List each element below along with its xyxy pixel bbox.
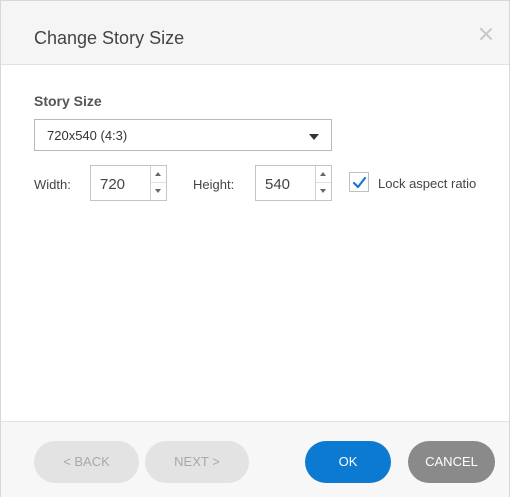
width-stepper-buttons xyxy=(150,166,166,200)
width-label: Width: xyxy=(34,177,71,192)
dialog-title: Change Story Size xyxy=(34,28,185,48)
height-label: Height: xyxy=(193,177,235,192)
width-value[interactable]: 720 xyxy=(100,176,125,193)
change-story-size-dialog: Change Story Size Story Size 720x540 (4:… xyxy=(0,0,510,497)
width-stepper[interactable]: 720 xyxy=(90,165,167,201)
width-decrement-icon[interactable] xyxy=(151,183,166,200)
lock-aspect-ratio-checkbox[interactable] xyxy=(349,172,369,192)
chevron-down-icon xyxy=(309,134,319,140)
story-size-dropdown[interactable]: 720x540 (4:3) xyxy=(34,119,332,151)
close-icon[interactable] xyxy=(479,27,493,41)
story-size-label: Story Size xyxy=(34,93,102,109)
story-size-selected-value: 720x540 (4:3) xyxy=(47,128,128,143)
height-stepper[interactable]: 540 xyxy=(255,165,332,201)
lock-aspect-ratio-label[interactable]: Lock aspect ratio xyxy=(378,176,476,191)
checkmark-icon xyxy=(352,176,367,189)
next-button[interactable]: NEXT > xyxy=(145,441,249,483)
height-value[interactable]: 540 xyxy=(265,176,290,193)
width-increment-icon[interactable] xyxy=(151,166,166,183)
height-increment-icon[interactable] xyxy=(316,166,331,183)
cancel-button[interactable]: CANCEL xyxy=(408,441,495,483)
height-stepper-buttons xyxy=(315,166,331,200)
back-button[interactable]: < BACK xyxy=(34,441,139,483)
dialog-titlebar: Change Story Size xyxy=(1,1,509,65)
height-decrement-icon[interactable] xyxy=(316,183,331,200)
ok-button[interactable]: OK xyxy=(305,441,391,483)
